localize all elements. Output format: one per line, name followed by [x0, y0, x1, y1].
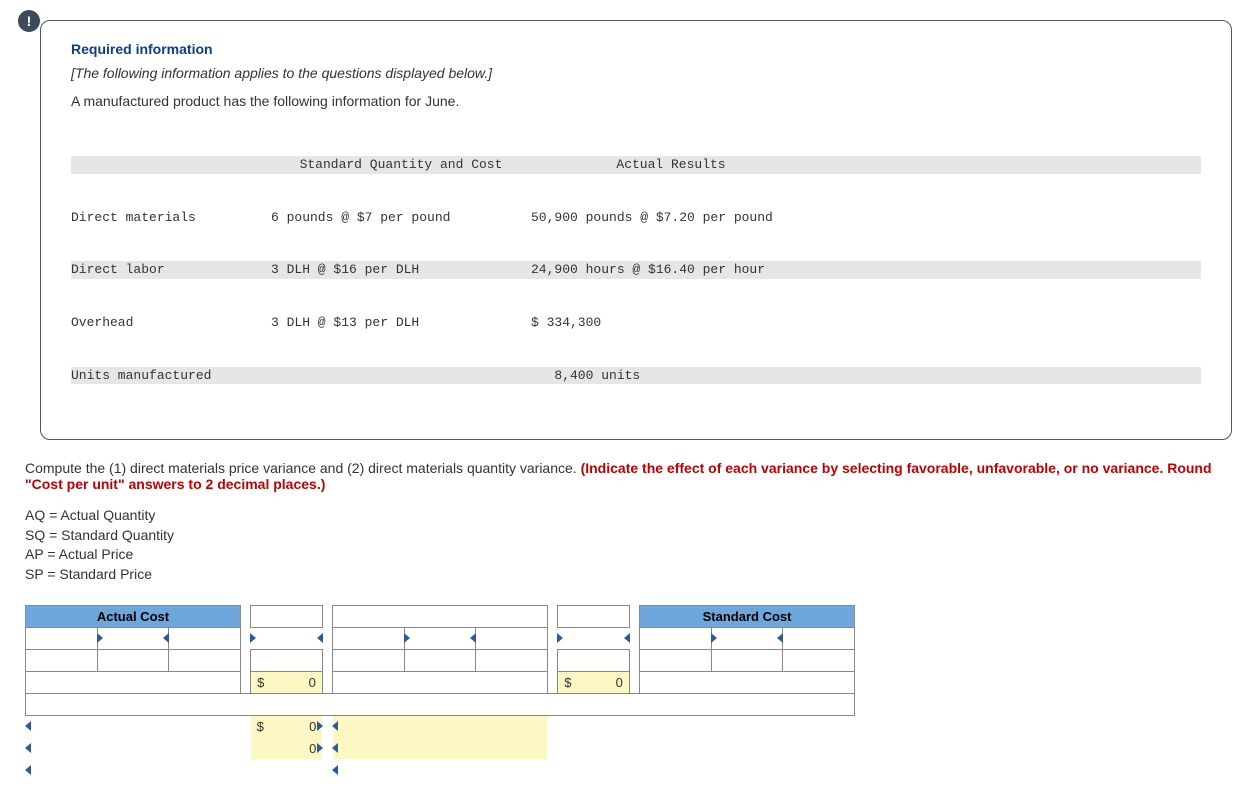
variance-worksheet: Actual Cost Standard Cost	[25, 605, 855, 782]
actual-price-input[interactable]	[169, 627, 241, 649]
std-qty-value[interactable]	[640, 649, 712, 671]
std-x	[711, 649, 783, 671]
variance2-effect[interactable]	[333, 737, 548, 759]
required-info-title: Required information	[71, 41, 1201, 57]
row-act: 24,900 hours @ $16.40 per hour	[531, 261, 811, 279]
spacer	[251, 627, 323, 649]
mid-total	[333, 671, 548, 693]
variance1-effect[interactable]	[333, 715, 548, 737]
variance1-label[interactable]	[26, 715, 241, 737]
spacer2	[558, 627, 630, 649]
actual-total	[26, 671, 241, 693]
row-act: 8,400 units	[531, 367, 811, 385]
act-header: Actual Results	[531, 156, 811, 174]
actual-times	[97, 627, 169, 649]
actual-cost-header: Actual Cost	[26, 605, 241, 627]
row-label: Units manufactured	[71, 367, 271, 385]
mid-qty-value[interactable]	[333, 649, 405, 671]
mid-times	[404, 627, 476, 649]
mid-price-input[interactable]	[476, 627, 548, 649]
question-area: Compute the (1) direct materials price v…	[25, 460, 1232, 781]
row-act: $ 334,300	[531, 314, 811, 332]
std-total	[640, 671, 855, 693]
variance3-label[interactable]	[26, 759, 241, 781]
row-std	[271, 367, 531, 385]
row-label: Direct materials	[71, 209, 271, 227]
std-qty-input[interactable]	[640, 627, 712, 649]
mid-qty-input[interactable]	[333, 627, 405, 649]
mid-x	[404, 649, 476, 671]
row-std: 3 DLH @ $13 per DLH	[271, 314, 531, 332]
actual-x	[97, 649, 169, 671]
def-aq: AQ = Actual Quantity	[25, 506, 1232, 526]
actual-price-value[interactable]	[169, 649, 241, 671]
variance1-amount: 0	[251, 715, 323, 737]
std-times	[711, 627, 783, 649]
actual-qty-value[interactable]	[26, 649, 98, 671]
row-std: 3 DLH @ $16 per DLH	[271, 261, 531, 279]
intro-line: A manufactured product has the following…	[71, 93, 1201, 109]
spacer-val	[251, 649, 323, 671]
std-price-value[interactable]	[783, 649, 855, 671]
def-ap: AP = Actual Price	[25, 545, 1232, 565]
total-mid: 0	[558, 671, 630, 693]
variance3-effect[interactable]	[333, 759, 548, 781]
required-info-panel: Required information [The following info…	[40, 20, 1232, 440]
separator-row	[26, 693, 855, 715]
legend-defs: AQ = Actual Quantity SQ = Standard Quant…	[25, 506, 1232, 584]
def-sq: SQ = Standard Quantity	[25, 526, 1232, 546]
row-label: Overhead	[71, 314, 271, 332]
applies-note: [The following information applies to th…	[71, 65, 1201, 81]
mid-price-value[interactable]	[476, 649, 548, 671]
std-price-input[interactable]	[783, 627, 855, 649]
row-label: Direct labor	[71, 261, 271, 279]
variance2-amount: 0	[251, 737, 323, 759]
spacer2-val	[558, 649, 630, 671]
question-text: Compute the (1) direct materials price v…	[25, 460, 1232, 492]
variance2-label[interactable]	[26, 737, 241, 759]
actual-qty-input[interactable]	[26, 627, 98, 649]
total-left: 0	[251, 671, 323, 693]
question-text-main: Compute the (1) direct materials price v…	[25, 460, 581, 476]
def-sp: SP = Standard Price	[25, 565, 1232, 585]
data-block: Standard Quantity and Cost Actual Result…	[71, 121, 1201, 419]
standard-cost-header: Standard Cost	[640, 605, 855, 627]
info-icon: !	[18, 10, 40, 32]
std-header: Standard Quantity and Cost	[271, 156, 531, 174]
row-act: 50,900 pounds @ $7.20 per pound	[531, 209, 811, 227]
row-std: 6 pounds @ $7 per pound	[271, 209, 531, 227]
